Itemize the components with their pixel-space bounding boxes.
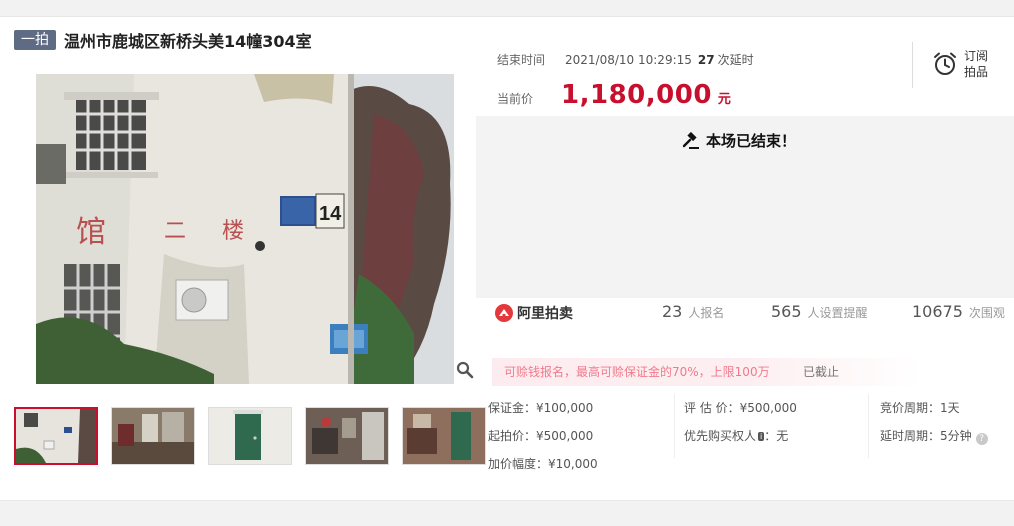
view-stat: 10675 次围观	[912, 302, 1005, 321]
thumbnail-4[interactable]	[305, 407, 389, 465]
subscribe-button[interactable]: 订阅 拍品	[932, 48, 988, 80]
credit-notice-text: 可赊钱报名，最高可赊保证金的70%，上限100万	[504, 365, 770, 379]
thumbnail-1[interactable]	[14, 407, 98, 465]
delay-count-unit: 次延时	[717, 53, 754, 67]
auction-info-top: 结束时间 2021/08/10 10:29:15 27 次延时 当前价 1,18…	[480, 40, 1014, 116]
detail-divider-1	[674, 394, 675, 458]
appraisal-info: 评 估 价：¥500,000	[684, 401, 797, 415]
divider	[912, 42, 913, 88]
end-time-label: 结束时间	[497, 53, 546, 67]
signup-unit: 人报名	[688, 306, 725, 320]
zoom-icon[interactable]	[456, 361, 474, 379]
subscribe-label-2: 拍品	[964, 65, 989, 79]
delay-count: 27	[697, 53, 715, 67]
title-row: 一拍 温州市鹿城区新桥头美14幢304室	[14, 28, 312, 52]
increment-info: 加价幅度：¥10,000	[488, 457, 598, 471]
reminder-stat: 565 人设置提醒	[771, 302, 868, 321]
gavel-icon	[682, 131, 699, 149]
thumbnail-strip	[14, 407, 499, 465]
thumbnail-5[interactable]	[402, 407, 486, 465]
page-title: 温州市鹿城区新桥头美14幢304室	[64, 32, 312, 51]
stats-row: 阿里拍卖 23 人报名 565 人设置提醒 10675 次围观	[476, 298, 1014, 338]
wall-char-2: 二	[164, 219, 186, 244]
auction-ended-area: 本场已结束！	[476, 116, 1014, 298]
start-price-info: 起拍价：¥500,000	[488, 429, 594, 443]
main-property-photo[interactable]: 馆 二 楼 14	[14, 74, 476, 384]
bid-cycle-info: 竞价周期：1天	[880, 401, 960, 415]
signup-count: 23	[662, 302, 683, 321]
current-price-row: 当前价 1,180,000 元	[497, 80, 731, 110]
question-icon[interactable]: ?	[975, 433, 988, 445]
credit-notice-status: 已截止	[803, 365, 840, 379]
view-unit: 次围观	[968, 306, 1005, 320]
delay-cycle-info: 延时周期：5分钟?	[880, 427, 988, 445]
detail-divider-2	[868, 394, 869, 458]
thumbnail-2[interactable]	[111, 407, 195, 465]
priority-buyer-value: ：无	[764, 429, 789, 443]
current-price-unit: 元	[717, 92, 731, 107]
priority-buyer-label: 优先购买权人	[684, 429, 757, 443]
auction-round-badge: 一拍	[14, 30, 56, 50]
reminder-unit: 人设置提醒	[807, 306, 868, 320]
wall-char-3: 楼	[222, 219, 244, 244]
end-time-value: 2021/08/10 10:29:15	[565, 53, 692, 67]
current-price-value: 1,180,000	[561, 80, 712, 110]
current-price-label: 当前价	[497, 92, 534, 106]
end-time-row: 结束时间 2021/08/10 10:29:15 27 次延时	[497, 51, 754, 68]
delay-cycle-text: 延时周期：5分钟	[880, 429, 972, 443]
ended-text: 本场已结束！	[706, 132, 797, 150]
page-bottom-strip	[0, 500, 1014, 526]
ali-auction-logo-text: 阿里拍卖	[517, 306, 573, 322]
ali-auction-logo-icon	[495, 304, 513, 322]
priority-buyer-info: 优先购买权人 i ：无	[684, 427, 788, 444]
reminder-count: 565	[771, 302, 802, 321]
wall-char-1: 馆	[76, 215, 106, 250]
auction-ended-message: 本场已结束！	[682, 130, 796, 151]
alarm-clock-icon	[934, 52, 956, 75]
view-count: 10675	[912, 302, 963, 321]
credit-signup-notice: 可赊钱报名，最高可赊保证金的70%，上限100万 已截止	[492, 358, 922, 386]
building-number-sign: 14	[319, 203, 342, 225]
subscribe-label-1: 订阅	[964, 49, 989, 63]
thumbnail-3[interactable]	[208, 407, 292, 465]
ali-auction-logo: 阿里拍卖	[494, 303, 573, 323]
deposit-info: 保证金：¥100,000	[488, 401, 594, 415]
signup-stat: 23 人报名	[662, 302, 724, 321]
